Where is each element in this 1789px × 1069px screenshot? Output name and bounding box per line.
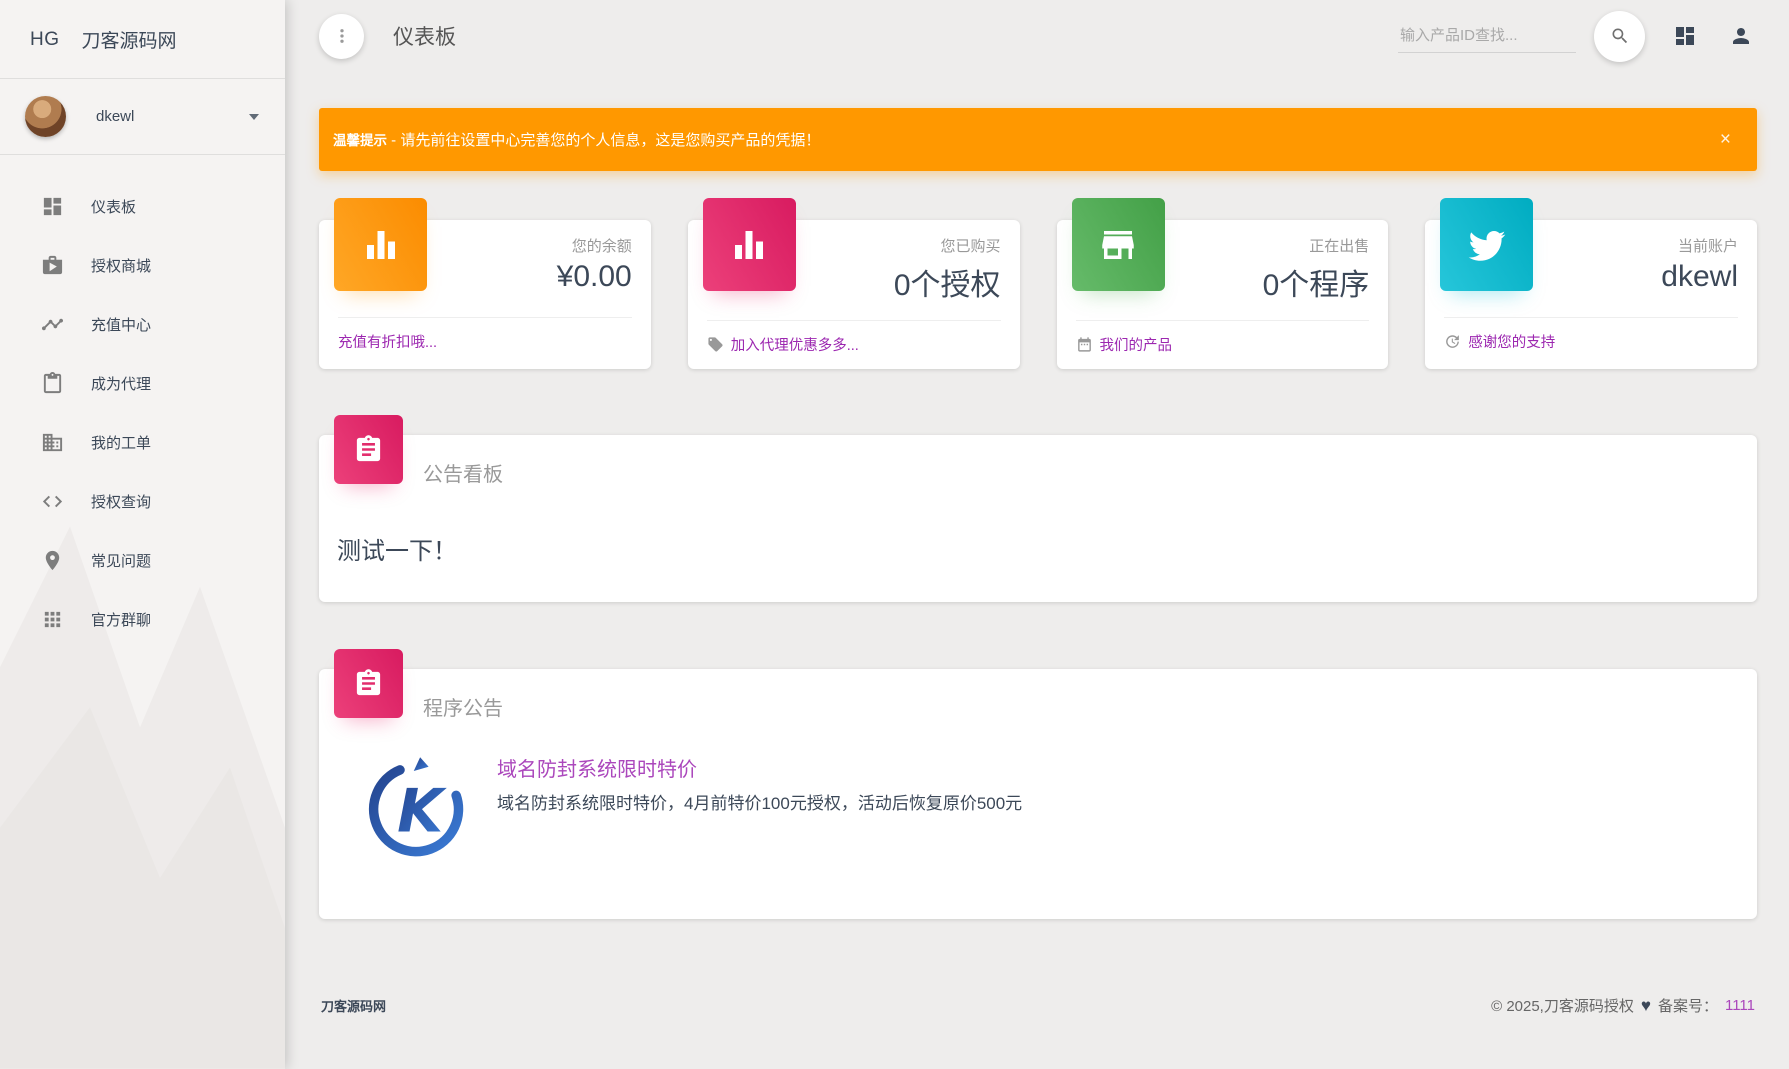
brand-logo: HG <box>30 29 60 51</box>
program-text: 域名防封系统限时特价 域名防封系统限时特价，4月前特价100元授权，活动后恢复原… <box>497 753 1022 859</box>
main-content: 仪表板 温馨提示 - 请先前往设置中心完善您的个人信息，这是您购买产品的凭据！ … <box>285 0 1789 1069</box>
selling-card: 正在出售 0个程序 我们的产品 <box>1057 220 1389 369</box>
shop-icon <box>41 254 64 277</box>
chevron-down-icon <box>249 114 259 120</box>
sidebar-item-label: 官方群聊 <box>91 609 151 630</box>
bar-chart-icon <box>703 198 796 291</box>
copyright-text: © 2025,刀客源码授权 <box>1491 995 1634 1016</box>
program-description: 域名防封系统限时特价，4月前特价100元授权，活动后恢复原价500元 <box>497 791 1022 817</box>
search-icon <box>1610 26 1630 46</box>
update-icon <box>1444 333 1461 350</box>
sidebar-item-tickets[interactable]: 我的工单 <box>0 413 285 472</box>
avatar <box>25 96 66 137</box>
icp-label: 备案号： <box>1658 995 1718 1016</box>
sidebar-item-faq[interactable]: 常见问题 <box>0 531 285 590</box>
footer-brand[interactable]: 刀客源码网 <box>321 996 386 1015</box>
sidebar-item-label: 仪表板 <box>91 196 136 217</box>
recharge-discount-link[interactable]: 充值有折扣哦... <box>319 318 651 366</box>
close-icon[interactable]: × <box>1720 130 1731 149</box>
clipboard-icon <box>41 372 64 395</box>
user-menu[interactable]: dkewl <box>0 79 285 155</box>
apps-icon <box>41 608 64 631</box>
program-logo-image: K <box>365 753 471 859</box>
dashboard-icon <box>41 195 64 218</box>
notice-message: - 请先前往设置中心完善您的个人信息，这是您购买产品的凭据！ <box>387 132 820 149</box>
dashboard-shortcut-button[interactable] <box>1669 20 1701 52</box>
brand-name: 刀客源码网 <box>82 26 177 53</box>
grid-icon <box>1673 24 1697 48</box>
assignment-icon <box>334 415 403 484</box>
timeline-icon <box>41 313 64 336</box>
balance-card: 您的余额 ¥0.00 充值有折扣哦... <box>319 220 651 369</box>
sidebar-item-label: 成为代理 <box>91 373 151 394</box>
board-content: 测试一下！ <box>319 487 1757 566</box>
kebab-icon <box>333 27 351 45</box>
twitter-icon <box>1440 198 1533 291</box>
search-button[interactable] <box>1594 11 1645 62</box>
program-item: K 域名防封系统限时特价 域名防封系统限时特价，4月前特价100元授权，活动后恢… <box>365 753 1737 859</box>
account-card: 当前账户 dkewl 感谢您的支持 <box>1425 220 1757 369</box>
page-footer: 刀客源码网 © 2025,刀客源码授权 ♥ 备案号： 1111 <box>319 977 1757 1042</box>
page: HG 刀客源码网 dkewl 仪表板 授权商城 充值中心 成为代理 <box>0 0 1789 1069</box>
program-title: 程序公告 <box>319 669 1757 721</box>
search-input[interactable] <box>1398 19 1576 53</box>
person-icon <box>1729 24 1753 48</box>
sidebar-item-label: 充值中心 <box>91 314 151 335</box>
sidebar-item-shop[interactable]: 授权商城 <box>0 236 285 295</box>
header-actions <box>1398 11 1757 62</box>
menu-kebab-button[interactable] <box>319 14 364 59</box>
program-link[interactable]: 域名防封系统限时特价 <box>497 753 697 782</box>
thanks-link[interactable]: 感谢您的支持 <box>1425 318 1757 366</box>
building-icon <box>41 431 64 454</box>
sidebar-item-label: 我的工单 <box>91 432 151 453</box>
place-icon <box>41 549 64 572</box>
account-button[interactable] <box>1725 20 1757 52</box>
our-products-link[interactable]: 我们的产品 <box>1057 321 1389 369</box>
sidebar-item-license-query[interactable]: 授权查询 <box>0 472 285 531</box>
sidebar-item-dashboard[interactable]: 仪表板 <box>0 177 285 236</box>
svg-text:K: K <box>397 776 447 845</box>
tag-icon <box>707 336 724 353</box>
sidebar-item-group-chat[interactable]: 官方群聊 <box>0 590 285 649</box>
top-header: 仪表板 <box>319 0 1757 72</box>
user-name: dkewl <box>96 108 249 125</box>
program-announcement-card: 程序公告 K 域名防封系统限时特价 域名防封系统限时特价，4月前特价100元授权… <box>319 669 1757 919</box>
stat-cards: 您的余额 ¥0.00 充值有折扣哦... 您已购买 0个授权 <box>319 220 1757 369</box>
store-icon <box>1072 198 1165 291</box>
notice-label: 温馨提示 <box>333 133 387 148</box>
page-title: 仪表板 <box>393 21 456 51</box>
sidebar-item-label: 授权商城 <box>91 255 151 276</box>
board-title: 公告看板 <box>319 435 1757 487</box>
sidebar-item-label: 授权查询 <box>91 491 151 512</box>
footer-copyright: © 2025,刀客源码授权 ♥ 备案号： 1111 <box>1491 995 1755 1016</box>
heart-icon: ♥ <box>1641 996 1651 1016</box>
notice-text: 温馨提示 - 请先前往设置中心完善您的个人信息，这是您购买产品的凭据！ <box>333 129 820 150</box>
sidebar-item-agent[interactable]: 成为代理 <box>0 354 285 413</box>
sidebar-item-label: 常见问题 <box>91 550 151 571</box>
notice-banner: 温馨提示 - 请先前往设置中心完善您的个人信息，这是您购买产品的凭据！ × <box>319 108 1757 171</box>
purchased-card: 您已购买 0个授权 加入代理优惠多多... <box>688 220 1020 369</box>
brand[interactable]: HG 刀客源码网 <box>0 0 285 79</box>
assignment-icon <box>334 649 403 718</box>
bar-chart-icon <box>334 198 427 291</box>
sidebar-item-recharge[interactable]: 充值中心 <box>0 295 285 354</box>
code-icon <box>41 490 64 513</box>
sidebar-nav: 仪表板 授权商城 充值中心 成为代理 我的工单 授权查询 <box>0 155 285 649</box>
announcement-board-card: 公告看板 测试一下！ <box>319 435 1757 602</box>
agent-offer-link[interactable]: 加入代理优惠多多... <box>688 321 1020 369</box>
calendar-icon <box>1076 336 1093 353</box>
sidebar: HG 刀客源码网 dkewl 仪表板 授权商城 充值中心 成为代理 <box>0 0 285 1069</box>
icp-link[interactable]: 1111 <box>1725 997 1755 1014</box>
